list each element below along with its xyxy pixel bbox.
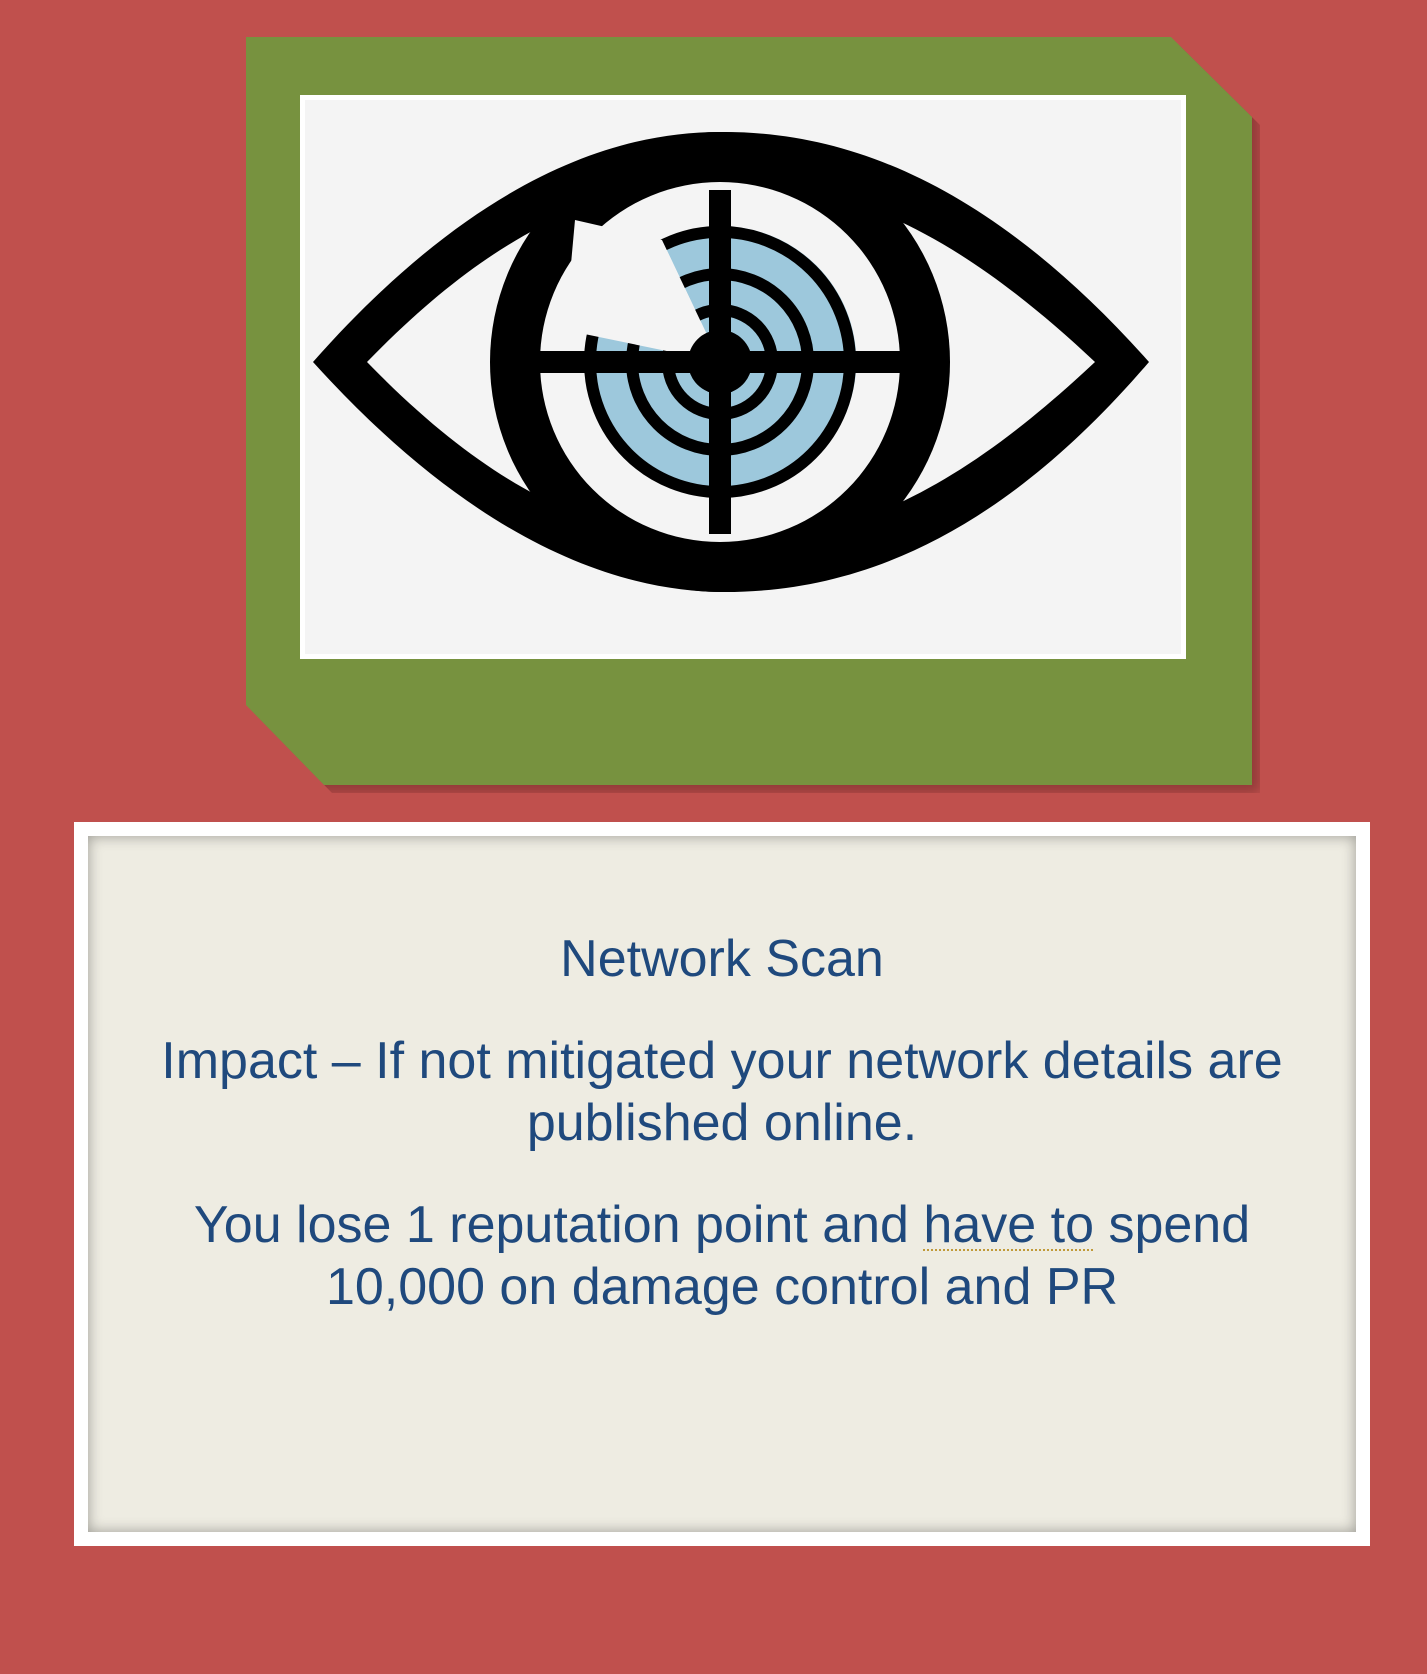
- description-content: Network Scan Impact – If not mitigated y…: [88, 836, 1356, 1532]
- impact-text: Impact – If not mitigated your network d…: [161, 1032, 1283, 1152]
- description-card: Network Scan Impact – If not mitigated y…: [74, 822, 1370, 1546]
- consequence-text: You lose 1 reputation point and have to …: [132, 1194, 1312, 1318]
- card-title: Network Scan: [560, 930, 884, 988]
- crosshair-center: [688, 330, 752, 394]
- eye-crosshair-icon: [305, 100, 1181, 654]
- consequence-text-start: You lose 1 reputation point and: [193, 1196, 924, 1254]
- consequence-text-underlined: have to: [923, 1196, 1094, 1254]
- picture-mat: [300, 95, 1186, 659]
